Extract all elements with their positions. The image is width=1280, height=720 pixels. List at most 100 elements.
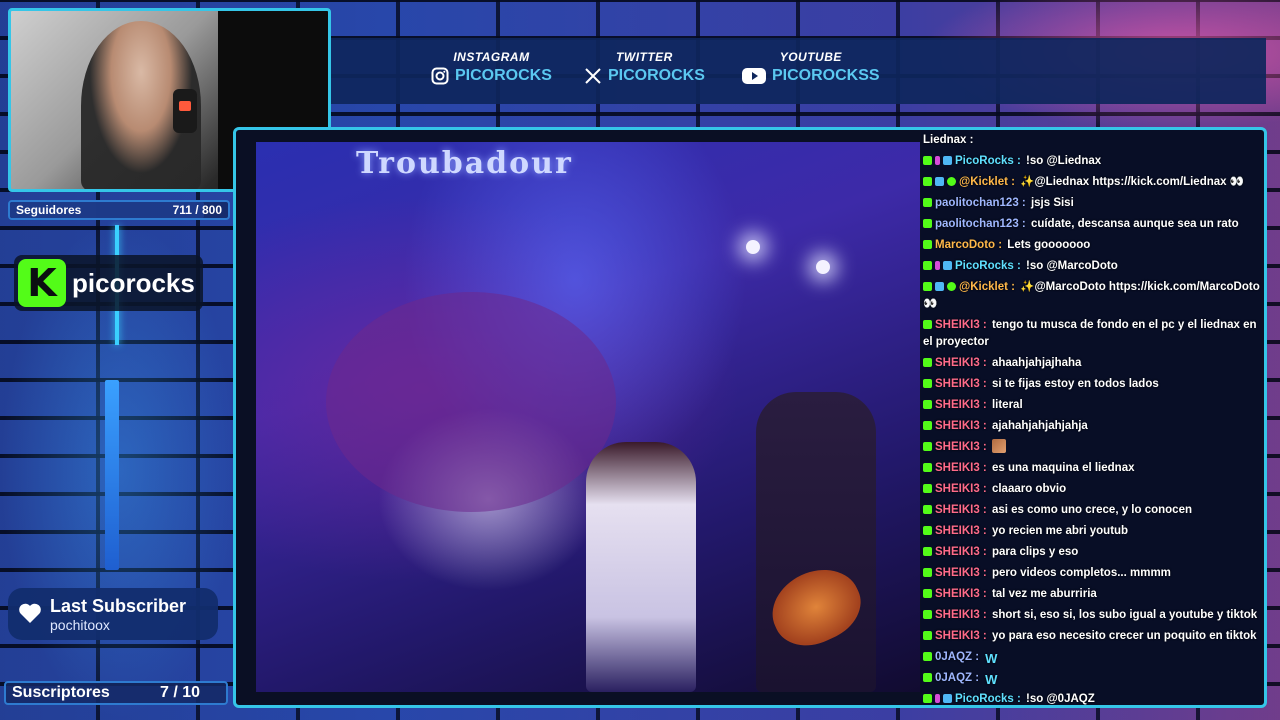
- bot-badge-icon: [943, 261, 952, 270]
- chat-message: SHEIKI3 : asi es como uno crece, y lo co…: [921, 500, 1261, 521]
- chat-message: SHEIKI3 : short si, eso si, los subo igu…: [921, 605, 1261, 626]
- chat-text: claaaro obvio: [988, 483, 1067, 495]
- kick-badge-icon: [923, 652, 932, 661]
- bot-badge-icon: [943, 156, 952, 165]
- chat-username[interactable]: SHEIKI3 :: [935, 462, 987, 474]
- chat-username[interactable]: SHEIKI3 :: [935, 483, 987, 495]
- social-instagram[interactable]: INSTAGRAM PICOROCKS: [431, 50, 552, 85]
- kick-logo-icon: K: [18, 259, 66, 307]
- kick-badge-icon: [923, 694, 932, 703]
- kick-badge-icon: [923, 484, 932, 493]
- band-backdrop: [326, 292, 616, 512]
- channel-brand: K picorocks: [14, 255, 203, 311]
- chat-username[interactable]: 0JAQZ :: [935, 672, 979, 684]
- chat-username[interactable]: SHEIKI3 :: [935, 378, 987, 390]
- chat-message: MarcoDoto : Lets gooooooo: [921, 235, 1261, 256]
- subscribers-count: 7 / 10: [159, 684, 200, 701]
- chat-panel: Liednax : PicoRocks : !so @Liednax @Kickle…: [921, 130, 1261, 705]
- last-subscriber-name: pochitoox: [50, 616, 110, 633]
- chat-username[interactable]: @Kicklet :: [959, 281, 1015, 293]
- stage-light: [746, 240, 760, 254]
- social-network-label: YOUTUBE: [779, 50, 842, 64]
- kick-badge-icon: [923, 156, 932, 165]
- followers-label: Seguidores: [16, 203, 82, 217]
- chat-username[interactable]: SHEIKI3 :: [935, 546, 987, 558]
- bot-badge-icon: [935, 177, 944, 186]
- instagram-icon: [431, 67, 449, 85]
- chat-username[interactable]: Liednax :: [923, 134, 973, 146]
- chat-message: SHEIKI3 : yo recien me abri youtub: [921, 521, 1261, 542]
- kick-badge-icon: [923, 379, 932, 388]
- chat-text: Lets gooooooo: [1004, 239, 1091, 251]
- kick-badge-icon: [923, 320, 932, 329]
- chat-message: SHEIKI3 : es una maquina el liednax: [921, 458, 1261, 479]
- chat-message: paolitochan123 : jsjs Sisi: [921, 193, 1261, 214]
- chat-text: ajahahjahjahjahja: [988, 420, 1088, 432]
- chat-message: PicoRocks : !so @Liednax: [921, 151, 1261, 172]
- chat-username[interactable]: SHEIKI3 :: [935, 630, 987, 642]
- chat-message: SHEIKI3 : pero videos completos... mmmm: [921, 563, 1261, 584]
- chat-message: 0JAQZ : W: [921, 647, 1261, 668]
- chat-text: short si, eso si, los subo igual a youtu…: [988, 609, 1258, 621]
- chat-username[interactable]: SHEIKI3 :: [935, 588, 987, 600]
- kick-badge-icon: [923, 442, 932, 451]
- chat-message: PicoRocks : !so @MarcoDoto: [921, 256, 1261, 277]
- chat-username[interactable]: SHEIKI3 :: [935, 504, 987, 516]
- followers-goal-bar: Seguidores 711 / 800: [8, 200, 230, 220]
- chat-username[interactable]: SHEIKI3 :: [935, 609, 987, 621]
- chat-message: SHEIKI3 : tal vez me aburriria: [921, 584, 1261, 605]
- chat-username[interactable]: SHEIKI3 :: [935, 525, 987, 537]
- subscribers-label: Suscriptores: [12, 684, 110, 701]
- chat-message: SHEIKI3 : para clips y eso: [921, 542, 1261, 563]
- kick-badge-icon: [923, 421, 932, 430]
- chat-username[interactable]: SHEIKI3 :: [935, 420, 987, 432]
- chat-message: SHEIKI3 : si te fijas estoy en todos lad…: [921, 374, 1261, 395]
- youtube-icon: [742, 67, 766, 85]
- chat-username[interactable]: PicoRocks :: [955, 260, 1021, 272]
- chat-username[interactable]: paolitochan123 :: [935, 197, 1026, 209]
- chat-username[interactable]: PicoRocks :: [955, 155, 1021, 167]
- chat-text: para clips y eso: [988, 546, 1079, 558]
- bot-badge-icon: [943, 694, 952, 703]
- chat-text: ✨@Liednax https://kick.com/Liednax 👀: [1016, 176, 1245, 188]
- followers-count: 711 / 800: [172, 203, 222, 217]
- mod-badge-icon: [935, 261, 940, 270]
- chat-emote-icon: W: [985, 651, 998, 666]
- social-twitter[interactable]: TWITTER PICOROCKS: [584, 50, 705, 85]
- concert-video[interactable]: Troubadour: [256, 142, 920, 692]
- chat-message: SHEIKI3 : tengo tu musca de fondo en el …: [921, 315, 1261, 353]
- chat-text: !so @0JAQZ: [1022, 693, 1095, 705]
- guitarist: [756, 392, 876, 692]
- chat-username[interactable]: PicoRocks :: [955, 693, 1021, 705]
- chat-text: literal: [988, 399, 1023, 411]
- chat-text: ahaahjahjajhaha: [988, 357, 1082, 369]
- kick-badge-icon: [923, 610, 932, 619]
- chat-username[interactable]: SHEIKI3 :: [935, 399, 987, 411]
- chat-message: SHEIKI3 : literal: [921, 395, 1261, 416]
- chat-username[interactable]: @Kicklet :: [959, 176, 1015, 188]
- chat-text: !so @MarcoDoto: [1022, 260, 1118, 272]
- chat-username[interactable]: SHEIKI3 :: [935, 441, 987, 453]
- main-stream-frame: Troubadour Liednax : PicoRocks : !so @Lie…: [233, 127, 1267, 708]
- verified-badge-icon: [947, 177, 956, 186]
- chat-text: si te fijas estoy en todos lados: [988, 378, 1159, 390]
- chat-username[interactable]: 0JAQZ :: [935, 651, 979, 663]
- chat-message: @Kicklet : ✨@MarcoDoto https://kick.com/…: [921, 277, 1261, 315]
- kick-badge-icon: [923, 631, 932, 640]
- chat-username[interactable]: paolitochan123 :: [935, 218, 1026, 230]
- chat-message: SHEIKI3 : claaaro obvio: [921, 479, 1261, 500]
- bot-badge-icon: [935, 282, 944, 291]
- heart-icon: [18, 602, 42, 626]
- social-handle: PICOROCKS: [455, 67, 552, 84]
- chat-message: SHEIKI3 : ahaahjahjajhaha: [921, 353, 1261, 374]
- chat-text: tal vez me aburriria: [988, 588, 1097, 600]
- chat-username[interactable]: MarcoDoto :: [935, 239, 1002, 251]
- chat-emote-icon: [991, 439, 1006, 453]
- chat-username[interactable]: SHEIKI3 :: [935, 319, 987, 331]
- chat-username[interactable]: SHEIKI3 :: [935, 567, 987, 579]
- chat-username[interactable]: SHEIKI3 :: [935, 357, 987, 369]
- kick-badge-icon: [923, 198, 932, 207]
- socials-bar: INSTAGRAM PICOROCKS TWITTER PICOROCKS YO…: [331, 38, 1266, 104]
- chat-message: SHEIKI3 : yo para eso necesito crecer un…: [921, 626, 1261, 647]
- social-youtube[interactable]: YOUTUBE PICOROCKSS: [742, 50, 880, 85]
